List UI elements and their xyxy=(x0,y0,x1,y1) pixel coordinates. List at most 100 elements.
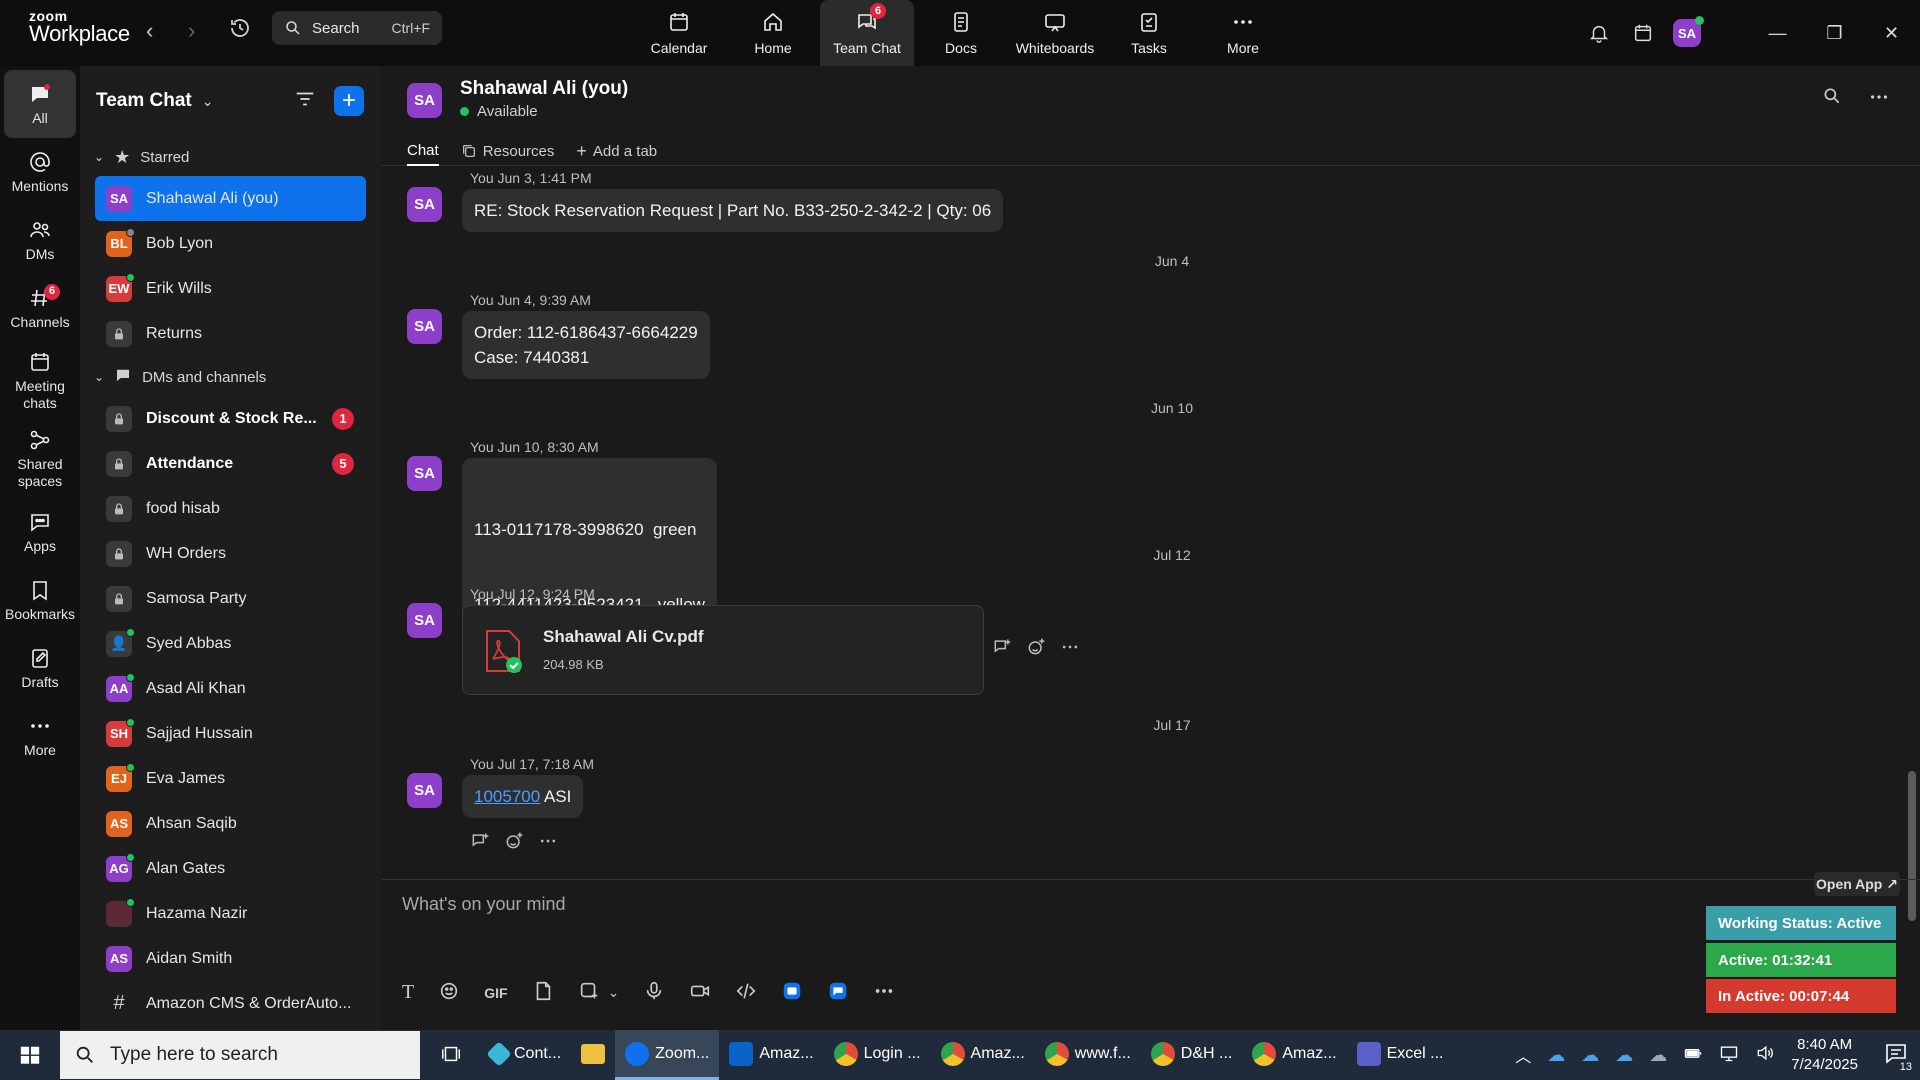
rail-all[interactable]: All xyxy=(4,70,76,138)
windows-start-button[interactable] xyxy=(0,1030,60,1080)
message-bubble[interactable]: RE: Stock Reservation Request | Part No.… xyxy=(462,189,1004,232)
restore-icon[interactable]: ❐ xyxy=(1806,11,1863,55)
onedrive-icon[interactable]: ☁ xyxy=(1615,1045,1633,1066)
taskbar-search[interactable]: Type here to search xyxy=(60,1031,420,1079)
scrollbar[interactable] xyxy=(1908,171,1916,921)
message-input[interactable]: What's on your mind xyxy=(402,894,566,915)
message-avatar[interactable]: SA xyxy=(407,773,442,808)
sidebar-item-returns[interactable]: Returns xyxy=(80,311,380,356)
sidebar-item-sajjad-hussain[interactable]: SH Sajjad Hussain xyxy=(80,711,380,756)
nav-docs[interactable]: Docs xyxy=(914,0,1008,66)
message-bubble[interactable]: Order: 112-6186437-6664229 Case: 7440381 xyxy=(462,311,710,379)
notification-center-icon[interactable]: 13 xyxy=(1884,1041,1914,1073)
onedrive-icon[interactable]: ☁ xyxy=(1649,1045,1667,1066)
taskbar-app-chrome-www[interactable]: www.f... xyxy=(1035,1030,1141,1080)
taskbar-app-file-explorer[interactable] xyxy=(571,1030,615,1080)
microphone-icon[interactable] xyxy=(643,980,665,1005)
taskbar-app-teams-excel[interactable]: Excel ... xyxy=(1347,1030,1454,1080)
rail-drafts[interactable]: Drafts xyxy=(0,634,80,702)
nav-more[interactable]: More xyxy=(1196,0,1290,66)
nav-tasks[interactable]: Tasks xyxy=(1102,0,1196,66)
rail-mentions[interactable]: Mentions xyxy=(0,138,80,206)
rail-apps[interactable]: Apps xyxy=(0,498,80,566)
nav-calendar[interactable]: Calendar xyxy=(632,0,726,66)
rail-shared-spaces[interactable]: Shared spaces xyxy=(0,420,80,498)
zoom-app-icon[interactable] xyxy=(781,980,803,1005)
taskbar-app-contacts[interactable]: Cont... xyxy=(480,1030,571,1080)
add-reaction-icon[interactable] xyxy=(504,831,524,855)
open-app-button[interactable]: Open App ↗ xyxy=(1814,872,1900,896)
file-attachment[interactable]: Shahawal Ali Cv.pdf 204.98 KB xyxy=(462,605,984,695)
text-format-icon[interactable]: T xyxy=(402,981,414,1004)
add-tab-button[interactable]: + Add a tab xyxy=(576,136,657,166)
sidebar-item-shahawal-ali[interactable]: SA Shahawal Ali (you) xyxy=(95,176,366,221)
sidebar-item-syed-abbas[interactable]: 👤 Syed Abbas xyxy=(80,621,380,666)
schedule-icon[interactable] xyxy=(1621,11,1665,55)
sidebar-item-alan-gates[interactable]: AG Alan Gates xyxy=(80,846,380,891)
tab-chat[interactable]: Chat xyxy=(407,136,439,166)
close-icon[interactable]: ✕ xyxy=(1863,11,1920,55)
sidebar-item-ahsan-saqib[interactable]: AS Ahsan Saqib xyxy=(80,801,380,846)
rail-dms[interactable]: DMs xyxy=(0,206,80,274)
message-link[interactable]: 1005700 xyxy=(474,787,540,806)
message-avatar[interactable]: SA xyxy=(407,187,442,222)
gif-button[interactable]: GIF xyxy=(484,985,507,1001)
meeting-app-icon[interactable] xyxy=(827,980,849,1005)
new-chat-button[interactable]: + xyxy=(334,86,364,116)
more-options-icon[interactable] xyxy=(538,831,558,855)
rail-channels[interactable]: 6 Channels xyxy=(0,274,80,342)
chat-title[interactable]: Shahawal Ali (you) xyxy=(460,78,628,100)
more-options-icon[interactable] xyxy=(1060,637,1080,661)
sidebar-item-eva-james[interactable]: EJ Eva James xyxy=(80,756,380,801)
chevron-down-icon[interactable]: ⌄ xyxy=(202,93,214,110)
taskbar-app-outlook[interactable]: Amaz... xyxy=(719,1030,823,1080)
emoji-icon[interactable] xyxy=(438,980,460,1005)
tab-resources[interactable]: Resources xyxy=(461,136,554,166)
chevron-down-icon[interactable]: ⌄ xyxy=(608,984,620,1001)
system-clock[interactable]: 8:40 AM 7/24/2025 xyxy=(1791,1035,1858,1075)
taskbar-app-chrome-dh[interactable]: D&H ... xyxy=(1141,1030,1243,1080)
nav-whiteboards[interactable]: Whiteboards xyxy=(1008,0,1102,66)
rail-more[interactable]: More xyxy=(0,702,80,770)
nav-home[interactable]: Home xyxy=(726,0,820,66)
video-message-icon[interactable] xyxy=(689,980,711,1005)
sidebar-item-erik-wills[interactable]: EW Erik Wills xyxy=(80,266,380,311)
back-arrow-icon[interactable]: ‹ xyxy=(146,18,153,44)
reply-icon[interactable] xyxy=(992,637,1012,661)
chat-avatar[interactable]: SA xyxy=(407,83,442,118)
sidebar-item-discount-stock[interactable]: Discount & Stock Re... 1 xyxy=(80,396,380,441)
taskbar-app-chrome-amazon-2[interactable]: Amaz... xyxy=(1242,1030,1346,1080)
network-icon[interactable] xyxy=(1719,1043,1739,1067)
sidebar-item-samosa-party[interactable]: Samosa Party xyxy=(80,576,380,621)
sidebar-item-food-hisab[interactable]: food hisab xyxy=(80,486,380,531)
message-bubble[interactable]: 1005700 ASI xyxy=(462,775,584,818)
screenshot-icon[interactable] xyxy=(578,980,600,1005)
message-avatar[interactable]: SA xyxy=(407,456,442,491)
task-view-icon[interactable] xyxy=(430,1030,472,1080)
forward-arrow-icon[interactable]: › xyxy=(188,18,195,44)
code-snippet-icon[interactable] xyxy=(735,980,757,1005)
filter-icon[interactable] xyxy=(294,88,316,114)
volume-icon[interactable] xyxy=(1755,1043,1775,1067)
history-icon[interactable] xyxy=(228,16,254,42)
sidebar-item-bob-lyon[interactable]: BL Bob Lyon xyxy=(80,221,380,266)
message-avatar[interactable]: SA xyxy=(407,309,442,344)
reply-icon[interactable] xyxy=(470,831,490,855)
sidebar-title[interactable]: Team Chat xyxy=(96,90,192,112)
search-bar[interactable]: Search Ctrl+F xyxy=(272,11,442,45)
rail-bookmarks[interactable]: Bookmarks xyxy=(0,566,80,634)
more-icon[interactable] xyxy=(873,980,895,1005)
battery-icon[interactable] xyxy=(1683,1043,1703,1067)
sidebar-item-attendance[interactable]: Attendance 5 xyxy=(80,441,380,486)
file-attach-icon[interactable] xyxy=(532,980,554,1005)
rail-meeting-chats[interactable]: Meeting chats xyxy=(0,342,80,420)
minimize-icon[interactable]: — xyxy=(1749,11,1806,55)
sidebar-item-hazama-nazir[interactable]: Hazama Nazir xyxy=(80,891,380,936)
show-hidden-icons-icon[interactable]: ︿ xyxy=(1515,1043,1531,1067)
taskbar-app-chrome-login[interactable]: Login ... xyxy=(824,1030,931,1080)
add-reaction-icon[interactable] xyxy=(1026,637,1046,661)
notifications-icon[interactable] xyxy=(1577,11,1621,55)
nav-team-chat[interactable]: 6 Team Chat xyxy=(820,0,914,66)
message-avatar[interactable]: SA xyxy=(407,603,442,638)
profile-avatar-button[interactable]: SA xyxy=(1665,11,1709,55)
